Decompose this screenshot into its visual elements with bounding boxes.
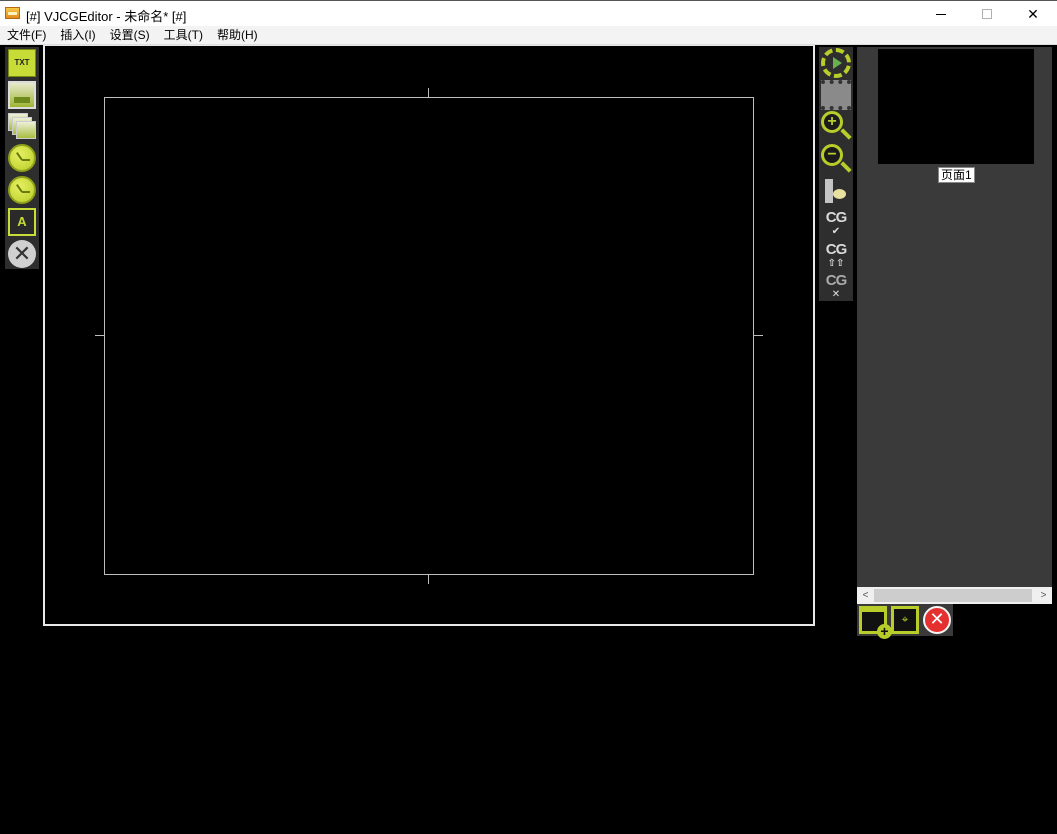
play-icon[interactable] [821, 48, 851, 78]
delete-page-icon[interactable]: ✕ [923, 606, 951, 634]
minimize-icon [936, 13, 946, 15]
center-mark-right [754, 335, 763, 336]
page-tools: ⌖ ✕ [857, 604, 953, 639]
menu-settings[interactable]: 设置(S) [103, 26, 157, 45]
add-page-icon[interactable] [859, 606, 892, 639]
cg-label: CG [825, 209, 847, 226]
minimize-button[interactable] [918, 1, 964, 27]
delete-object-icon[interactable]: ✕ [8, 240, 36, 268]
image-layer-icon [16, 121, 36, 139]
left-toolbar: TXT A ✕ [5, 47, 39, 269]
maximize-button[interactable] [964, 1, 1010, 27]
page-label[interactable]: 页面1 [938, 167, 975, 183]
menu-file[interactable]: 文件(F) [0, 26, 53, 45]
menu-insert[interactable]: 插入(I) [53, 26, 102, 45]
menu-help[interactable]: 帮助(H) [210, 26, 265, 45]
cg-apply-icon[interactable]: CG ✔ [821, 209, 851, 239]
scrollbar-thumb[interactable] [874, 589, 1032, 602]
cg-label: CG [825, 241, 847, 258]
pages-panel [857, 47, 1052, 588]
right-toolbar: + − CG ✔ CG ⇧⇧ CG ✕ [819, 47, 853, 301]
center-mark-left [95, 335, 104, 336]
app-icon [5, 7, 20, 19]
title-bar: [#] VJCGEditor - 未命名* [#] ✕ [0, 0, 1057, 26]
film-preview-icon[interactable] [821, 80, 851, 110]
pages-horizontal-scrollbar[interactable]: < > [857, 587, 1052, 604]
x-icon: ✕ [831, 289, 841, 300]
edit-page-icon[interactable]: ⌖ [891, 606, 919, 634]
insert-image-icon[interactable] [8, 81, 36, 109]
scroll-left-icon[interactable]: < [857, 587, 874, 604]
insert-text-effect-icon[interactable]: A [8, 208, 36, 236]
menu-bar: 文件(F) 插入(I) 设置(S) 工具(T) 帮助(H) [0, 26, 1057, 45]
cg-upload-icon[interactable]: CG ⇧⇧ [821, 241, 851, 271]
zoom-out-icon[interactable]: − [821, 144, 843, 166]
align-tool-icon[interactable] [821, 177, 851, 207]
zoom-in-icon[interactable]: + [821, 111, 843, 133]
insert-text-icon[interactable]: TXT [8, 49, 36, 77]
insert-timer-icon[interactable] [8, 176, 36, 204]
page-thumbnail[interactable] [878, 49, 1034, 164]
safe-area-guide [104, 97, 754, 575]
insert-clock-icon[interactable] [8, 144, 36, 172]
close-window-button[interactable]: ✕ [1010, 1, 1056, 27]
maximize-icon [982, 9, 992, 19]
scroll-right-icon[interactable]: > [1035, 587, 1052, 604]
arrow-up-icon: ⇧⇧ [827, 258, 845, 269]
menu-tools[interactable]: 工具(T) [157, 26, 210, 45]
center-mark-bottom [428, 575, 429, 584]
close-icon: ✕ [1027, 5, 1039, 22]
check-icon: ✔ [831, 226, 841, 237]
insert-image-sequence-icon[interactable] [8, 113, 36, 141]
center-mark-top [428, 88, 429, 97]
cg-label: CG [825, 272, 847, 289]
window-title: [#] VJCGEditor - 未命名* [#] [26, 9, 187, 24]
cg-remove-icon[interactable]: CG ✕ [821, 272, 851, 302]
